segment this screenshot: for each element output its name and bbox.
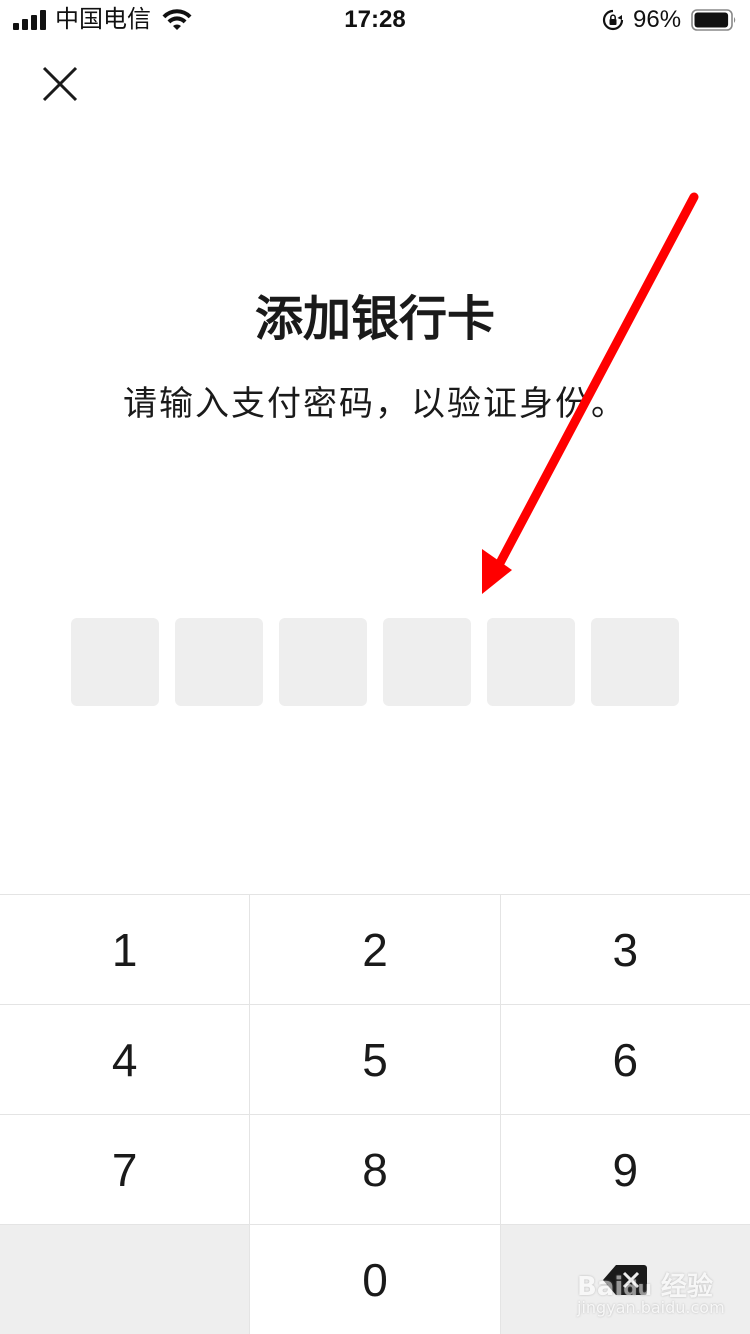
status-bar: 中国电信 17:28 96%: [0, 0, 750, 40]
keypad-row: 123: [0, 895, 750, 1005]
close-icon[interactable]: [38, 62, 82, 106]
backspace-key[interactable]: [500, 1225, 750, 1334]
key-7[interactable]: 7: [0, 1115, 251, 1225]
key-2[interactable]: 2: [250, 895, 501, 1005]
key-8[interactable]: 8: [250, 1115, 501, 1225]
key-5[interactable]: 5: [250, 1005, 501, 1115]
key-4[interactable]: 4: [0, 1005, 251, 1115]
keypad-blank: [0, 1225, 251, 1334]
key-1[interactable]: 1: [0, 895, 251, 1005]
keypad-row: 789: [0, 1115, 750, 1225]
battery-icon: [691, 9, 736, 31]
keypad-row: 0: [0, 1225, 750, 1334]
pin-box: [487, 618, 575, 706]
pin-box: [71, 618, 159, 706]
pin-box: [591, 618, 679, 706]
page-title: 添加银行卡: [254, 293, 495, 346]
page-subtitle: 请输入支付密码，以验证身份。: [123, 385, 627, 423]
key-6[interactable]: 6: [500, 1005, 750, 1115]
key-9[interactable]: 9: [500, 1115, 750, 1225]
number-keypad: 1234567890: [0, 894, 750, 1334]
keypad-row: 456: [0, 1005, 750, 1115]
pin-box: [175, 618, 263, 706]
backspace-icon: [603, 1265, 648, 1295]
pin-box: [383, 618, 471, 706]
key-0[interactable]: 0: [250, 1225, 501, 1334]
pin-input[interactable]: [71, 618, 679, 706]
pin-box: [279, 618, 367, 706]
rotation-lock-icon: [602, 9, 624, 31]
key-3[interactable]: 3: [500, 895, 750, 1005]
battery-percent: 96%: [633, 6, 682, 33]
